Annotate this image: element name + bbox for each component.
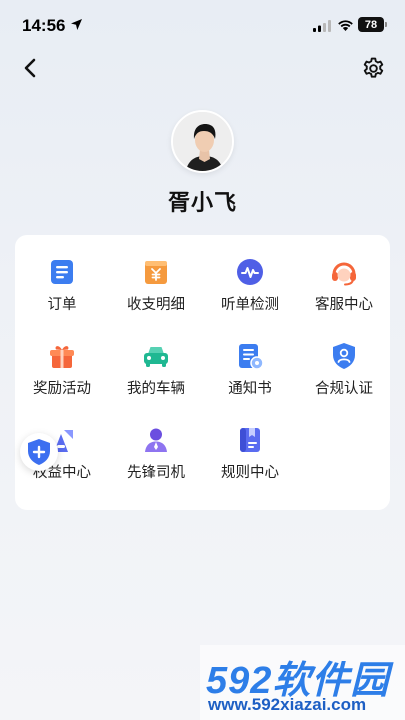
menu-item-label: 先锋司机 (127, 465, 185, 481)
driver-avatar-image (173, 112, 232, 171)
waveform-icon (237, 259, 263, 285)
menu-item-compliance-certification[interactable]: 合规认证 (297, 319, 391, 399)
watermark-logo: 592软件园 www.592xiazai.com (200, 645, 405, 720)
wifi-icon (338, 20, 353, 31)
cellular-signal-icon (313, 20, 331, 32)
headset-icon (332, 262, 356, 286)
menu-item-orders[interactable]: 订单 (15, 235, 109, 315)
gear-icon[interactable] (361, 56, 386, 81)
rulebook-icon (240, 428, 260, 452)
menu-item-label: 奖励活动 (33, 381, 91, 397)
menu-item-label: 订单 (47, 297, 77, 313)
menu-item-pioneer-driver[interactable]: 先锋司机 (109, 403, 203, 483)
menu-item-customer-service[interactable]: 客服中心 (297, 235, 391, 315)
menu-item-label: 客服中心 (315, 297, 373, 313)
location-arrow-icon (71, 19, 82, 30)
shield-plus-icon (28, 439, 50, 465)
back-button[interactable] (20, 57, 42, 79)
avatar[interactable] (171, 110, 234, 173)
floating-shield-button[interactable] (20, 433, 58, 471)
menu-item-rewards[interactable]: 奖励活动 (15, 319, 109, 399)
order-list-icon (51, 260, 73, 284)
menu-item-rules-center[interactable]: 规则中心 (203, 403, 297, 483)
menu-item-my-vehicle[interactable]: 我的车辆 (109, 319, 203, 399)
menu-item-order-listening-check[interactable]: 听单检测 (203, 235, 297, 315)
driver-icon (145, 428, 167, 452)
menu-item-label: 收支明细 (127, 297, 185, 313)
car-icon (144, 347, 168, 367)
menu-item-label: 听单检测 (221, 297, 279, 313)
menu-item-notices[interactable]: 通知书 (203, 319, 297, 399)
status-time: 14:56 (22, 16, 66, 35)
notice-doc-icon (239, 344, 264, 370)
watermark-url: www.592xiazai.com (208, 695, 367, 714)
menu-item-label: 我的车辆 (127, 381, 185, 397)
user-name: 胥小飞 (167, 191, 237, 216)
shield-user-icon (333, 343, 355, 369)
menu-item-label: 合规认证 (315, 381, 373, 397)
battery-level: 78 (364, 18, 378, 31)
status-bar: 14:56 78 (0, 0, 405, 50)
gift-box-icon (50, 346, 74, 368)
menu-item-income-details[interactable]: 收支明细 (109, 235, 203, 315)
wallet-yuan-icon (145, 261, 167, 284)
menu-grid-card: 订单 收支明细 听单检测 客服中心 奖励活动 我的车辆 通知书 合规认证 权益中… (15, 235, 390, 510)
menu-item-label: 规则中心 (221, 465, 279, 481)
battery-indicator: 78 (358, 17, 387, 32)
menu-item-label: 通知书 (228, 381, 272, 397)
